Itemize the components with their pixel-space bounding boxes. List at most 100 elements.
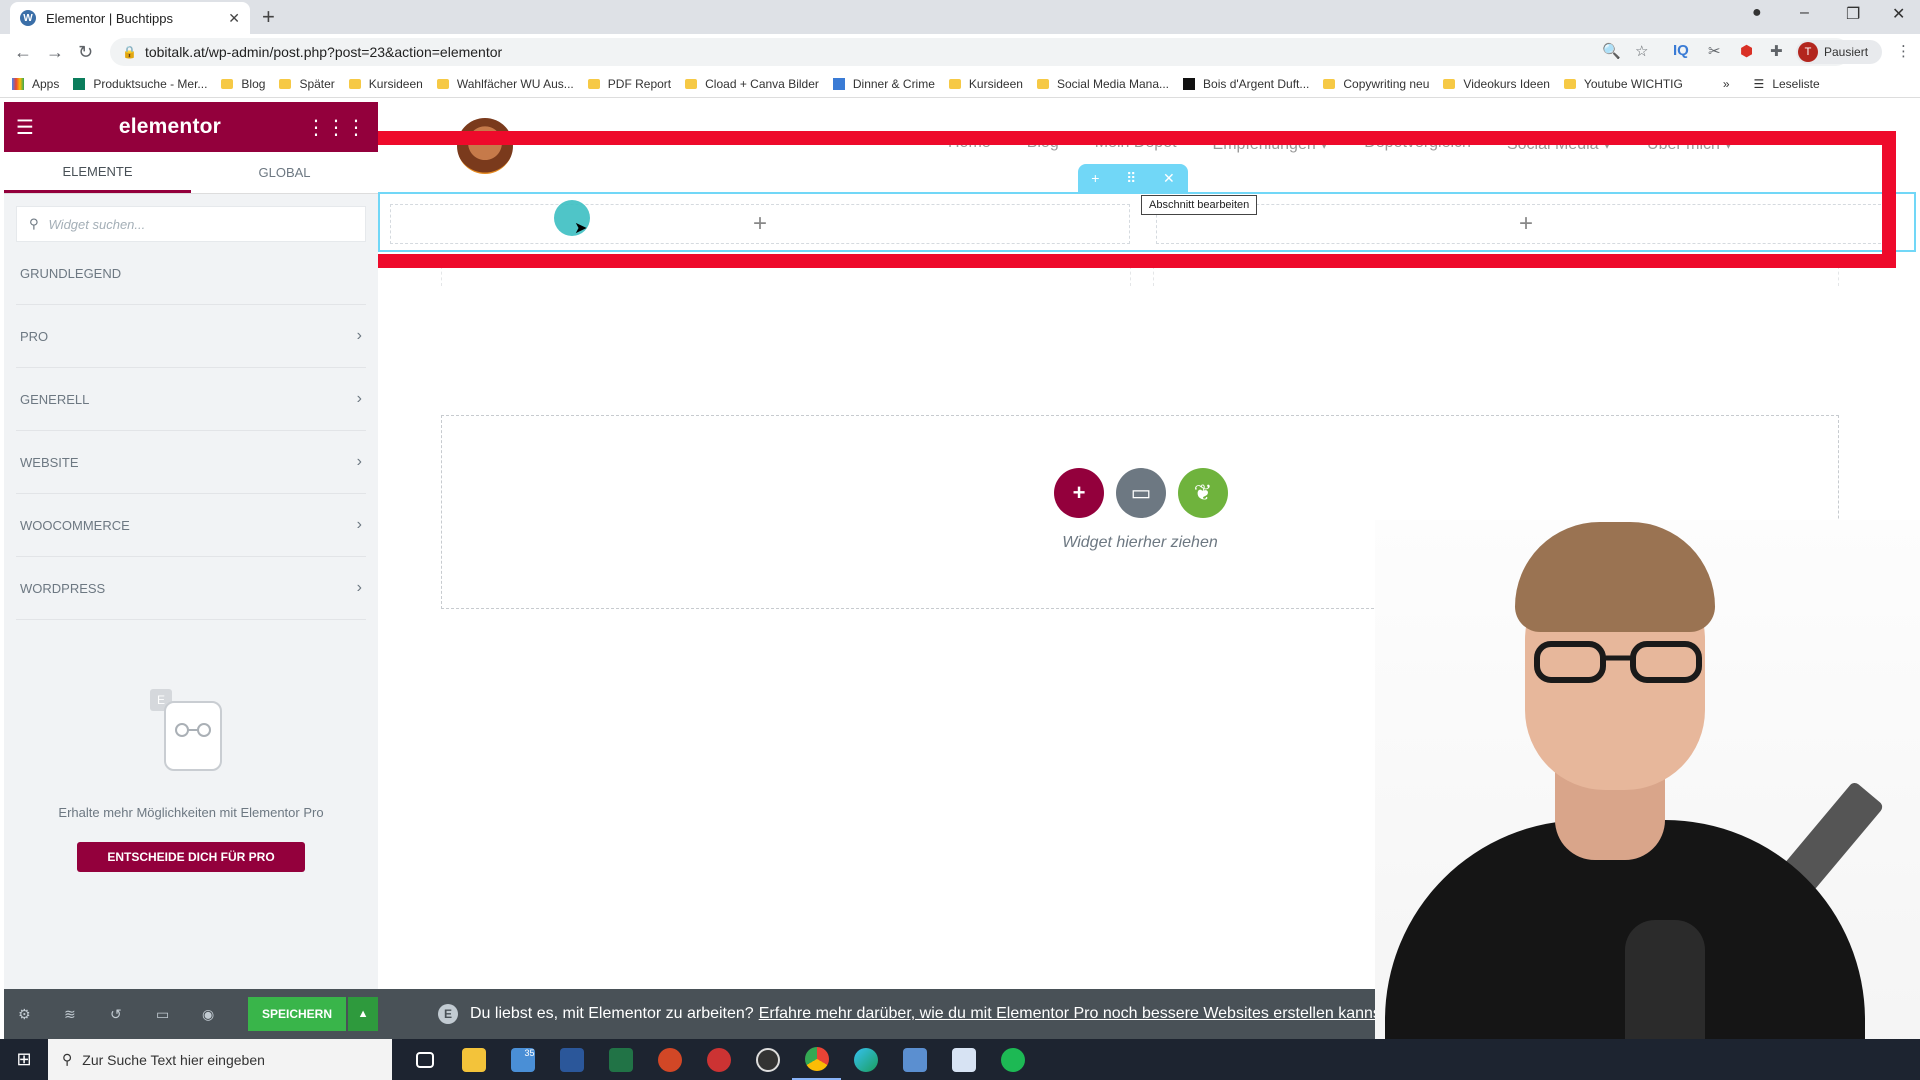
category-wordpress[interactable]: WORDPRESS › — [16, 557, 366, 620]
history-icon[interactable]: ↺ — [110, 1006, 156, 1023]
app-window-icon[interactable] — [890, 1039, 939, 1080]
more-bookmarks-icon[interactable]: » — [1723, 77, 1730, 91]
category-generell[interactable]: GENERELL › — [16, 368, 366, 431]
column-outline — [1153, 266, 1839, 286]
tab-elemente[interactable]: ELEMENTE — [4, 152, 191, 193]
bookmark-folder[interactable]: Blog — [221, 77, 265, 91]
folder-icon — [948, 78, 961, 89]
bookmark-folder[interactable]: Copywriting neu — [1323, 77, 1429, 91]
bookmark-item[interactable]: Dinner & Crime — [832, 77, 935, 91]
taskbar-search-placeholder: Zur Suche Text hier eingeben — [82, 1051, 265, 1068]
add-new-section-button[interactable]: + — [1054, 468, 1104, 518]
reading-list[interactable]: ☰ Leseliste — [1754, 77, 1820, 91]
url-text: tobitalk.at/wp-admin/post.php?post=23&ac… — [144, 44, 503, 60]
bookmark-folder[interactable]: Wahlfächer WU Aus... — [436, 77, 574, 91]
more-menu-icon[interactable]: ⋮ — [1896, 42, 1911, 60]
go-pro-button[interactable]: ENTSCHEIDE DICH FÜR PRO — [77, 842, 305, 872]
category-woocommerce[interactable]: WOOCOMMERCE › — [16, 494, 366, 557]
envato-kit-button[interactable]: ❦ — [1178, 468, 1228, 518]
highlight-annotation-box — [378, 131, 1896, 268]
preview-eye-icon[interactable]: ◉ — [202, 1006, 248, 1023]
tab-title: Elementor | Buchtipps — [46, 10, 173, 26]
browser-tab[interactable]: W Elementor | Buchtipps ✕ — [10, 2, 250, 34]
extension-icon[interactable]: ✂ — [1708, 42, 1721, 60]
forward-icon[interactable]: → — [46, 42, 64, 63]
taskbar-apps: 35 — [400, 1039, 1037, 1080]
tab-global[interactable]: GLOBAL — [191, 152, 378, 193]
widgets-grid-icon[interactable]: ⋮⋮⋮ — [306, 115, 366, 140]
folder-icon — [685, 78, 698, 89]
edge-icon[interactable] — [841, 1039, 890, 1080]
folder-icon — [1036, 78, 1049, 89]
save-button[interactable]: SPEICHERN — [248, 997, 347, 1031]
bookmark-item[interactable]: Bois d'Argent Duft... — [1183, 77, 1309, 91]
bookmark-folder[interactable]: PDF Report — [587, 77, 671, 91]
mouse-cursor-icon: ➤ — [574, 220, 588, 237]
leaf-icon: ❦ — [1193, 480, 1213, 505]
navigator-layers-icon[interactable]: ≋ — [64, 1006, 110, 1023]
taskbar-search-input[interactable]: ⚲ Zur Suche Text hier eingeben — [48, 1039, 392, 1080]
bookmark-folder[interactable]: Videokurs Ideen — [1443, 77, 1550, 91]
folder-icon — [587, 78, 600, 89]
app-icon[interactable] — [694, 1039, 743, 1080]
file-explorer-icon[interactable] — [449, 1039, 498, 1080]
obs-icon[interactable] — [743, 1039, 792, 1080]
profile-menu-icon[interactable]: ● — [1752, 4, 1762, 22]
bookmark-apps[interactable]: Apps — [12, 77, 59, 91]
powerpoint-icon[interactable] — [645, 1039, 694, 1080]
word-icon[interactable] — [547, 1039, 596, 1080]
extensions-puzzle-icon[interactable]: ✚ — [1770, 42, 1783, 60]
bookmark-folder[interactable]: Später — [279, 77, 335, 91]
windows-taskbar: ⊞ ⚲ Zur Suche Text hier eingeben 35 — [0, 1039, 1920, 1080]
bookmark-folder[interactable]: Youtube WICHTIG — [1563, 77, 1683, 91]
add-template-button[interactable]: ▭ — [1116, 468, 1166, 518]
responsive-mode-icon[interactable]: ▭ — [156, 1006, 202, 1023]
restore-icon[interactable]: ❐ — [1846, 4, 1860, 24]
save-options-chevron-up-icon[interactable]: ▲ — [348, 997, 379, 1031]
elementor-logo: elementor — [118, 115, 222, 138]
reading-list-icon: ☰ — [1753, 76, 1765, 91]
pro-promo: E Erhalte mehr Möglichkeiten mit Element… — [4, 687, 378, 872]
category-pro[interactable]: PRO › — [16, 305, 366, 368]
mail-icon[interactable]: 35 — [498, 1039, 547, 1080]
excel-icon[interactable] — [596, 1039, 645, 1080]
address-bar[interactable]: 🔒 tobitalk.at/wp-admin/post.php?post=23&… — [110, 38, 1850, 66]
apps-grid-icon — [12, 77, 24, 90]
profile-button[interactable]: T Pausiert — [1796, 40, 1882, 64]
minimize-icon[interactable]: – — [1800, 4, 1809, 22]
bookmark-folder[interactable]: Kursideen — [348, 77, 423, 91]
category-grundlegend[interactable]: GRUNDLEGEND — [16, 242, 366, 305]
bookmark-folder[interactable]: Social Media Mana... — [1036, 77, 1169, 91]
settings-gear-icon[interactable]: ⚙ — [18, 1006, 64, 1023]
bookmark-item[interactable]: Produktsuche - Mer... — [73, 77, 207, 91]
window-close-icon[interactable]: ✕ — [1892, 4, 1905, 24]
webcam-overlay-image — [1375, 520, 1920, 1080]
reload-icon[interactable]: ↻ — [78, 42, 93, 63]
panel-header: ☰ elementor ⋮⋮⋮ — [4, 102, 378, 152]
chevron-right-icon: › — [356, 579, 362, 596]
adblock-icon[interactable]: ⬢ — [1740, 42, 1753, 60]
site-favicon-icon — [73, 77, 86, 90]
widget-search-input[interactable]: ⚲ Widget suchen... — [16, 206, 366, 242]
windows-start-icon[interactable]: ⊞ — [0, 1049, 48, 1070]
bookmark-star-icon[interactable]: ☆ — [1635, 42, 1648, 60]
profile-status: Pausiert — [1824, 45, 1869, 59]
spotify-icon[interactable] — [988, 1039, 1037, 1080]
folder-icon — [1563, 78, 1576, 89]
notepad-icon[interactable] — [939, 1039, 988, 1080]
new-tab-button[interactable]: + — [262, 4, 275, 30]
category-website[interactable]: WEBSITE › — [16, 431, 366, 494]
bookmark-folder[interactable]: Kursideen — [948, 77, 1023, 91]
notice-link[interactable]: Erfahre mehr darüber, wie du mit Element… — [759, 1005, 1390, 1023]
zoom-icon[interactable]: 🔍 — [1602, 42, 1621, 60]
bookmark-folder[interactable]: Cload + Canva Bilder — [685, 77, 819, 91]
back-icon[interactable]: ← — [14, 42, 32, 63]
task-view-icon[interactable] — [400, 1039, 449, 1080]
close-tab-icon[interactable]: ✕ — [228, 10, 240, 27]
extension-iq-icon[interactable]: IQ — [1673, 42, 1689, 59]
hamburger-menu-icon[interactable]: ☰ — [16, 115, 34, 140]
chevron-right-icon: › — [356, 453, 362, 470]
avatar: T — [1798, 42, 1818, 62]
chrome-icon[interactable] — [792, 1039, 841, 1080]
promo-text: Erhalte mehr Möglichkeiten mit Elementor… — [58, 805, 324, 820]
